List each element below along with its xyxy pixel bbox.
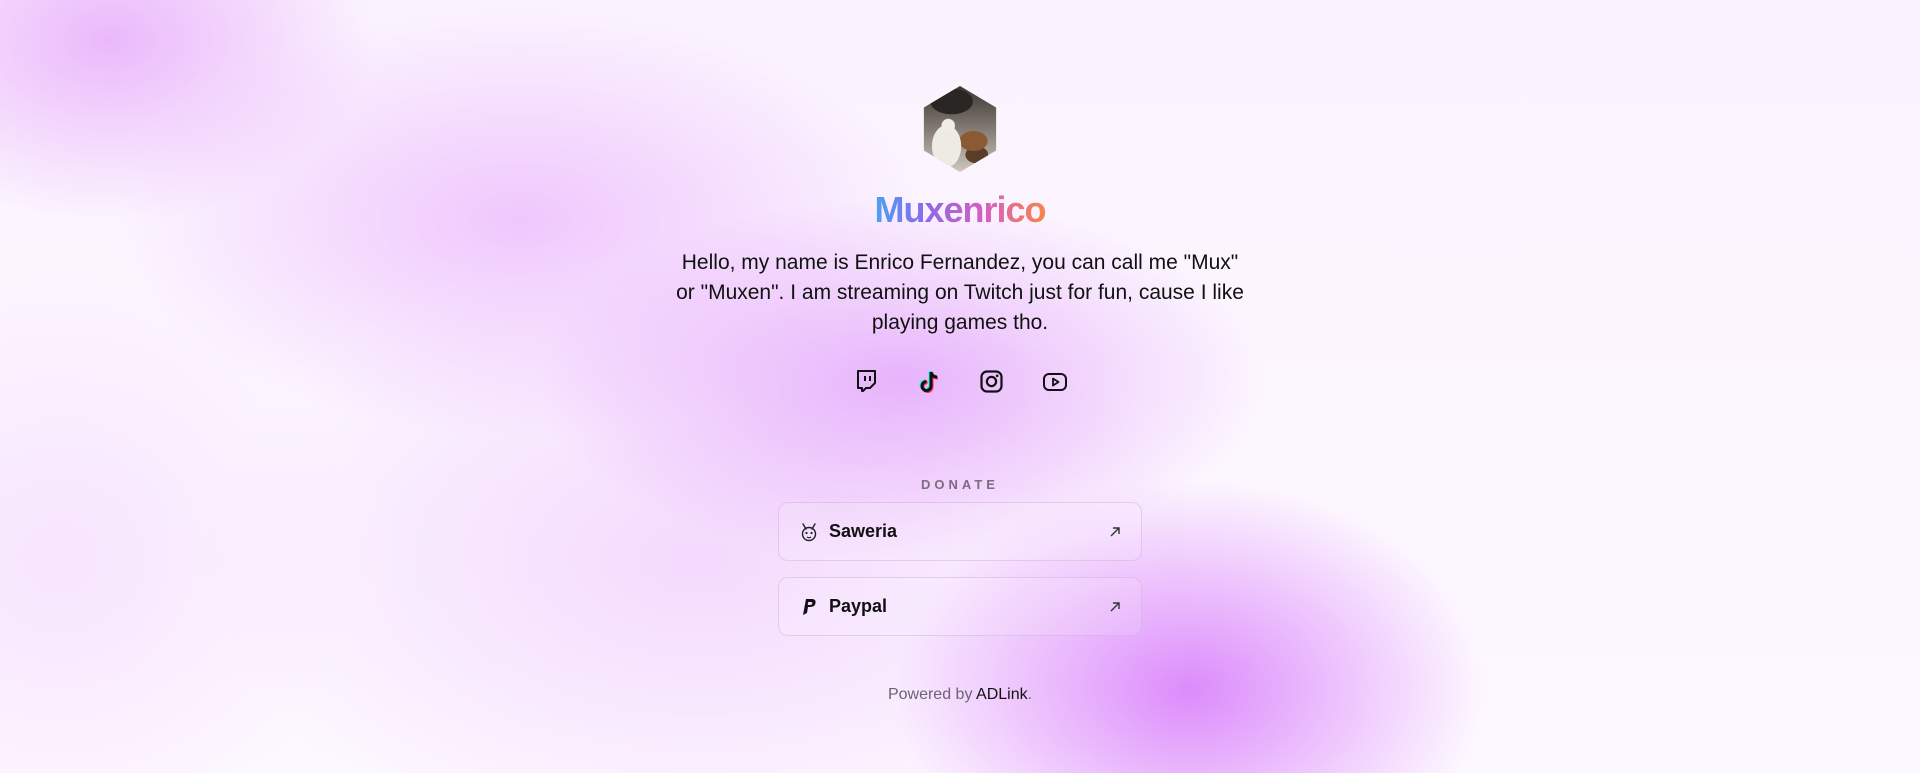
youtube-link[interactable] — [1042, 369, 1067, 394]
external-arrow-icon — [1109, 601, 1121, 613]
instagram-link[interactable] — [979, 369, 1004, 394]
instagram-icon — [979, 369, 1004, 394]
profile-page: Muxenrico Hello, my name is Enrico Ferna… — [0, 0, 1920, 704]
external-arrow-icon — [1109, 526, 1121, 538]
adlink-link[interactable]: ADLink — [976, 686, 1028, 703]
avatar — [923, 86, 997, 172]
paypal-icon — [799, 597, 819, 617]
profile-name: Muxenrico — [874, 189, 1046, 230]
paypal-label: Paypal — [829, 596, 888, 616]
footer-suffix: . — [1027, 686, 1033, 703]
twitch-link[interactable] — [853, 369, 878, 394]
donate-heading: DONATE — [921, 477, 999, 492]
tiktok-icon — [917, 369, 941, 395]
youtube-icon — [1042, 371, 1068, 393]
profile-bio: Hello, my name is Enrico Fernandez, you … — [676, 251, 1244, 334]
saweria-icon — [799, 522, 819, 542]
footer: Powered by ADLink. — [888, 686, 1032, 704]
donate-links: Saweria Paypal — [778, 502, 1142, 636]
saweria-label: Saweria — [829, 521, 898, 541]
footer-prefix: Powered by — [887, 686, 977, 703]
saweria-link[interactable]: Saweria — [778, 502, 1142, 561]
paypal-link[interactable]: Paypal — [778, 577, 1142, 636]
twitch-icon — [854, 369, 878, 394]
tiktok-link[interactable] — [916, 369, 941, 394]
social-links — [853, 369, 1067, 394]
